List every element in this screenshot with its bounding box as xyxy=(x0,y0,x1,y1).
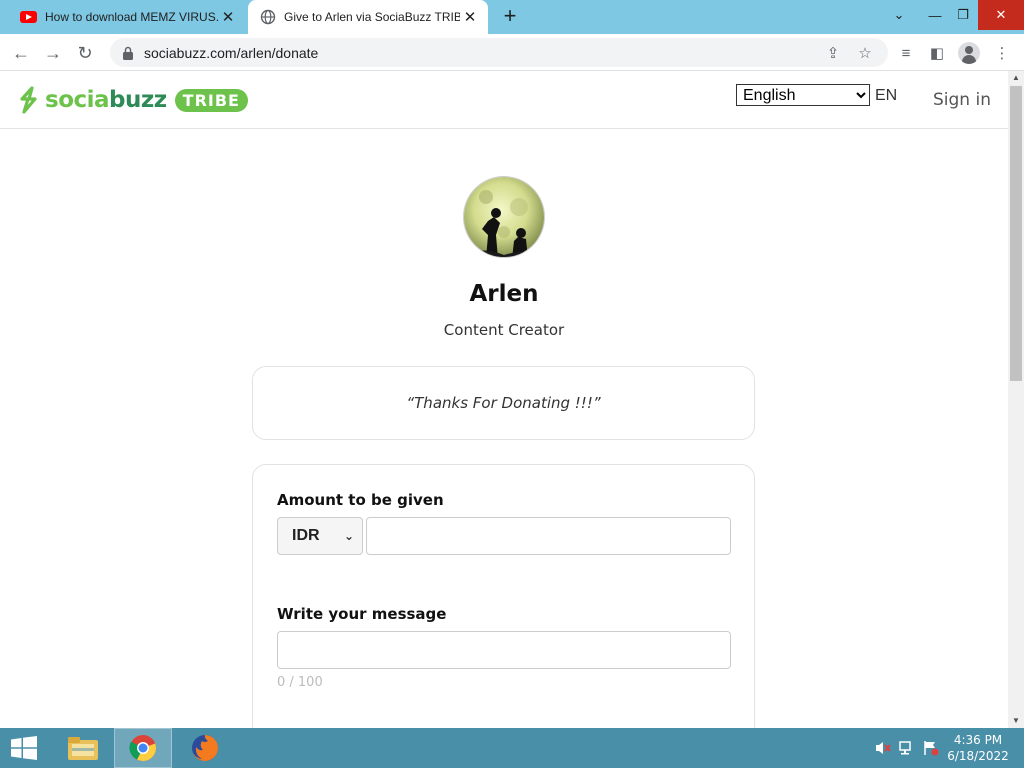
message-char-count: 0 / 100 xyxy=(277,675,323,690)
sign-in-link[interactable]: Sign in xyxy=(933,90,991,110)
windows-taskbar: 4:36 PM 6/18/2022 xyxy=(0,728,1024,768)
tab-title: Give to Arlen via SociaBuzz TRIBE xyxy=(284,10,460,24)
globe-icon xyxy=(260,9,276,25)
firefox-icon xyxy=(192,735,218,761)
folder-icon xyxy=(68,737,98,760)
new-tab-button[interactable]: + xyxy=(498,5,522,29)
scroll-down-arrow-icon[interactable]: ▼ xyxy=(1008,714,1024,728)
amount-input[interactable] xyxy=(366,517,731,555)
system-clock[interactable]: 4:36 PM 6/18/2022 xyxy=(946,732,1010,764)
message-input[interactable] xyxy=(277,631,731,669)
bookmark-star-icon[interactable]: ☆ xyxy=(854,42,876,64)
donation-form: Amount to be given IDR ⌄ Write your mess… xyxy=(252,464,755,728)
clock-time: 4:36 PM xyxy=(953,733,1003,747)
language-select[interactable]: English xyxy=(736,84,870,106)
window-close-icon[interactable]: ✕ xyxy=(978,0,1024,30)
menu-kebab-icon[interactable]: ⋮ xyxy=(991,42,1013,64)
address-bar[interactable]: sociabuzz.com/arlen/donate ⇪ ☆ xyxy=(110,38,888,67)
currency-value: IDR xyxy=(292,527,320,544)
chevron-down-icon: ⌄ xyxy=(343,529,354,543)
browser-toolbar: ← → ↻ sociabuzz.com/arlen/donate ⇪ ☆ ≡ ◧… xyxy=(0,34,1024,71)
scroll-up-arrow-icon[interactable]: ▲ xyxy=(1008,71,1024,85)
logo-text-buzz: buzz xyxy=(109,87,167,113)
site-header: sociabuzz TRIBE English EN Sign in xyxy=(0,71,1008,129)
profile-icon[interactable] xyxy=(958,42,980,64)
reading-list-icon[interactable]: ≡ xyxy=(895,42,917,64)
page-scrollbar[interactable]: ▲ ▼ xyxy=(1008,71,1024,728)
tab-sociabuzz[interactable]: Give to Arlen via SociaBuzz TRIBE ✕ xyxy=(248,0,488,34)
share-icon[interactable]: ⇪ xyxy=(822,42,844,64)
forward-arrow-icon[interactable]: → xyxy=(40,40,66,66)
windows-start-icon[interactable] xyxy=(10,736,38,760)
back-arrow-icon[interactable]: ← xyxy=(8,40,34,66)
restore-icon[interactable]: ❐ xyxy=(946,0,980,30)
amount-label: Amount to be given xyxy=(277,491,444,509)
side-panel-icon[interactable]: ◧ xyxy=(926,42,948,64)
sociabuzz-logo[interactable]: sociabuzz TRIBE xyxy=(16,85,248,115)
profile-avatar-icon xyxy=(958,42,980,64)
thanks-quote-text: “Thanks For Donating !!!” xyxy=(406,394,601,412)
message-label: Write your message xyxy=(277,605,447,623)
file-explorer-taskbar-button[interactable] xyxy=(54,728,112,768)
tab-close-icon[interactable]: ✕ xyxy=(460,7,480,27)
volume-muted-icon[interactable] xyxy=(874,740,892,756)
browser-tabstrip: How to download MEMZ VIRUS. ✕ Give to Ar… xyxy=(0,0,1024,34)
logo-badge: TRIBE xyxy=(174,88,248,112)
tab-close-icon[interactable]: ✕ xyxy=(218,7,238,27)
moon-silhouette-image xyxy=(464,177,544,257)
firefox-taskbar-button[interactable] xyxy=(176,728,234,768)
logo-text: sociabuzz xyxy=(45,87,167,113)
action-center-flag-icon[interactable] xyxy=(922,740,940,756)
page-content: sociabuzz TRIBE English EN Sign in Arlen… xyxy=(0,71,1008,728)
chrome-taskbar-button[interactable] xyxy=(114,728,172,768)
logo-text-socia: socia xyxy=(45,87,110,113)
url-text[interactable]: sociabuzz.com/arlen/donate xyxy=(144,45,318,61)
language-code: EN xyxy=(875,87,898,104)
thanks-quote-card: “Thanks For Donating !!!” xyxy=(252,366,755,440)
creator-name: Arlen xyxy=(469,281,539,307)
currency-select[interactable]: IDR ⌄ xyxy=(277,517,363,555)
clock-date: 6/18/2022 xyxy=(947,749,1009,763)
creator-avatar xyxy=(463,176,545,258)
network-icon[interactable] xyxy=(898,740,916,756)
lock-icon[interactable] xyxy=(122,46,134,60)
tab-search-chevron-icon[interactable]: ⌄ xyxy=(882,0,916,30)
scrollbar-thumb[interactable] xyxy=(1010,86,1022,381)
logo-mark-icon xyxy=(20,86,37,114)
creator-role: Content Creator xyxy=(443,321,565,339)
youtube-icon xyxy=(20,11,37,23)
chrome-icon xyxy=(129,735,156,761)
tab-title: How to download MEMZ VIRUS. xyxy=(45,10,218,24)
reload-icon[interactable]: ↻ xyxy=(72,40,98,66)
tab-youtube[interactable]: How to download MEMZ VIRUS. ✕ xyxy=(8,0,246,34)
